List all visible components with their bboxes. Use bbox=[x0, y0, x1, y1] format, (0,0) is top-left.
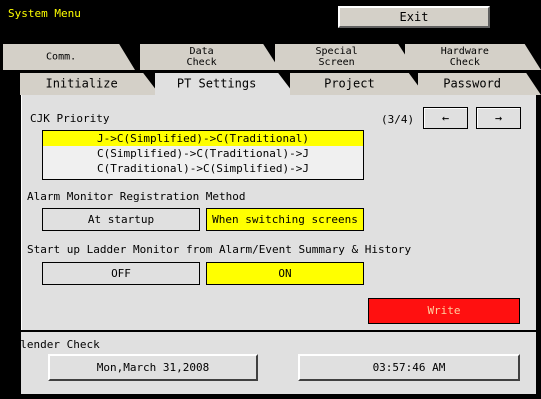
tab-comm-line1: Comm. bbox=[46, 51, 77, 63]
at-startup-button[interactable]: At startup bbox=[42, 208, 200, 231]
tab-special-screen[interactable]: Special Screen bbox=[275, 44, 415, 70]
next-page-button[interactable]: → bbox=[476, 107, 521, 129]
ladder-monitor-label: Start up Ladder Monitor from Alarm/Event… bbox=[27, 243, 412, 256]
cjk-option-1[interactable]: J->C(Simplified)->C(Traditional) bbox=[43, 131, 363, 146]
cjk-option-3[interactable]: C(Traditional)->C(Simplified)->J bbox=[43, 161, 363, 176]
tab-initialize[interactable]: Initialize bbox=[20, 73, 160, 95]
tab-data-check[interactable]: Data Check bbox=[140, 44, 280, 70]
right-arrow-icon: → bbox=[494, 111, 503, 125]
title-bar: System Menu Exit bbox=[0, 0, 541, 36]
system-menu-screen: System Menu Exit Comm. Data Check Specia… bbox=[0, 0, 541, 399]
tab-password[interactable]: Password bbox=[418, 73, 541, 95]
tab-pt-settings-label: PT Settings bbox=[176, 76, 257, 91]
time-display: 03:57:46 AM bbox=[298, 354, 520, 381]
when-switching-screens-button[interactable]: When switching screens bbox=[206, 208, 364, 231]
cjk-priority-label: CJK Priority bbox=[30, 112, 110, 125]
tab-special-screen-line1: Special bbox=[315, 46, 358, 57]
ladder-off-button[interactable]: OFF bbox=[42, 262, 200, 285]
tab-hardware-check-line2: Check bbox=[449, 57, 480, 68]
ladder-on-button[interactable]: ON bbox=[206, 262, 364, 285]
tab-initialize-label: Initialize bbox=[45, 76, 118, 91]
tab-hardware-check-line1: Hardware bbox=[440, 46, 489, 57]
write-button[interactable]: Write bbox=[368, 298, 520, 324]
cjk-priority-list: J->C(Simplified)->C(Traditional) C(Simpl… bbox=[42, 130, 364, 180]
tab-pt-settings[interactable]: PT Settings bbox=[155, 73, 295, 95]
tab-special-screen-line2: Screen bbox=[318, 57, 355, 68]
tab-hardware-check[interactable]: Hardware Check bbox=[405, 44, 541, 70]
tab-data-check-line2: Check bbox=[186, 57, 217, 68]
page-indicator: (3/4) bbox=[381, 113, 415, 126]
tab-project-label: Project bbox=[324, 76, 375, 91]
tab-data-check-line1: Data bbox=[189, 46, 214, 57]
exit-button[interactable]: Exit bbox=[338, 6, 490, 28]
date-display: Mon,March 31,2008 bbox=[48, 354, 258, 381]
title-text: System Menu bbox=[8, 7, 81, 20]
tab-password-label: Password bbox=[443, 76, 502, 91]
tab-comm[interactable]: Comm. bbox=[3, 44, 135, 70]
tab-project[interactable]: Project bbox=[290, 73, 425, 95]
left-arrow-icon: ← bbox=[441, 111, 450, 125]
calendar-check-label: Calender Check bbox=[7, 338, 100, 351]
cjk-option-2[interactable]: C(Simplified)->C(Traditional)->J bbox=[43, 146, 363, 161]
alarm-method-label: Alarm Monitor Registration Method bbox=[27, 190, 246, 203]
prev-page-button[interactable]: ← bbox=[423, 107, 468, 129]
